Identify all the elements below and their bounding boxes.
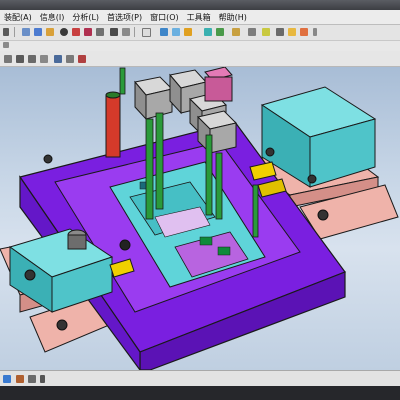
explode-icon[interactable] — [288, 28, 296, 36]
mount-hole-1 — [24, 269, 36, 281]
mount-hole-7 — [119, 239, 131, 251]
toolbar-separator — [14, 27, 15, 37]
snap-existing-icon[interactable] — [66, 55, 74, 63]
reference-icon[interactable] — [248, 28, 256, 36]
snap-center-icon[interactable] — [28, 55, 36, 63]
green-pin-1[interactable] — [145, 118, 154, 220]
sequence-icon[interactable] — [300, 28, 308, 36]
shaded-icon[interactable] — [84, 28, 92, 36]
status-bar — [0, 370, 400, 387]
snap-endpoint-icon[interactable] — [4, 55, 12, 63]
green-pin-5[interactable] — [252, 184, 259, 238]
toolbar-options-icon[interactable] — [313, 28, 317, 36]
window-title-bar — [0, 0, 400, 10]
arrange-icon[interactable] — [276, 28, 284, 36]
chevron-down-icon[interactable] — [40, 375, 45, 383]
type-filter-icon[interactable] — [3, 42, 9, 48]
layer-icon[interactable] — [142, 28, 151, 37]
clip-icon[interactable] — [204, 28, 212, 36]
rotate-icon[interactable] — [46, 28, 54, 36]
menu-preferences[interactable]: 首选项(P) — [103, 12, 146, 23]
core-pocket-2 — [199, 236, 213, 246]
core-pocket-3 — [217, 246, 231, 256]
select-arrow-icon[interactable] — [3, 28, 9, 36]
snap-toolbar — [0, 51, 400, 67]
green-pin-4[interactable] — [215, 152, 223, 220]
component-icon[interactable] — [232, 28, 240, 36]
menu-assembly[interactable]: 装配(A) — [0, 12, 36, 23]
snap-intersection-icon[interactable] — [78, 55, 86, 63]
mount-hole-4 — [307, 174, 317, 184]
mold-assembly-model[interactable] — [0, 67, 400, 370]
snap-midpoint-icon[interactable] — [16, 55, 24, 63]
wireframe-icon[interactable] — [96, 28, 104, 36]
window-bottom-frame — [0, 386, 400, 400]
green-pin-3[interactable] — [205, 134, 213, 216]
snap-point-icon[interactable] — [22, 28, 30, 36]
cylinder-boss-body — [67, 234, 87, 250]
mount-hole-6 — [43, 154, 53, 164]
snap-toggle-icon[interactable] — [16, 375, 24, 383]
red-pin-cap — [105, 91, 121, 99]
red-pin[interactable] — [105, 94, 121, 158]
menu-toolbox[interactable]: 工具箱 — [183, 12, 215, 23]
pink-hub-body — [204, 76, 233, 102]
edge-display-icon[interactable] — [72, 28, 80, 36]
render-style-icon[interactable] — [60, 28, 68, 36]
quick-pick-icon[interactable] — [28, 375, 36, 383]
constraint-icon[interactable] — [262, 28, 270, 36]
mount-hole-2 — [56, 319, 68, 331]
selection-filter-icon[interactable] — [3, 375, 11, 383]
mount-hole-5 — [265, 147, 275, 157]
menu-window[interactable]: 窗口(O) — [146, 12, 183, 23]
green-pin-6[interactable] — [119, 67, 126, 95]
filter-icon[interactable] — [216, 28, 224, 36]
graphics-viewport[interactable] — [0, 67, 400, 370]
toolbar-separator — [134, 27, 135, 37]
menu-information[interactable]: 信息(I) — [36, 12, 69, 23]
menu-bar: 装配(A) 信息(I) 分析(L) 首选项(P) 窗口(O) 工具箱 帮助(H) — [0, 10, 400, 25]
snap-grid-icon[interactable] — [54, 55, 62, 63]
fit-view-icon[interactable] — [122, 28, 130, 36]
snap-quadrant-icon[interactable] — [40, 55, 48, 63]
analysis-icon[interactable] — [184, 28, 192, 36]
green-pin-2[interactable] — [155, 112, 164, 210]
mount-hole-3 — [317, 209, 329, 221]
cad-application-window: 装配(A) 信息(I) 分析(L) 首选项(P) 窗口(O) 工具箱 帮助(H) — [0, 0, 400, 400]
view-orient-icon[interactable] — [110, 28, 118, 36]
standard-toolbar — [0, 25, 400, 41]
section-view-icon[interactable] — [160, 28, 168, 36]
measure-icon[interactable] — [172, 28, 180, 36]
menu-help[interactable]: 帮助(H) — [215, 12, 251, 23]
menu-analysis[interactable]: 分析(L) — [68, 12, 103, 23]
move-icon[interactable] — [34, 28, 42, 36]
selection-toolbar — [0, 41, 400, 51]
